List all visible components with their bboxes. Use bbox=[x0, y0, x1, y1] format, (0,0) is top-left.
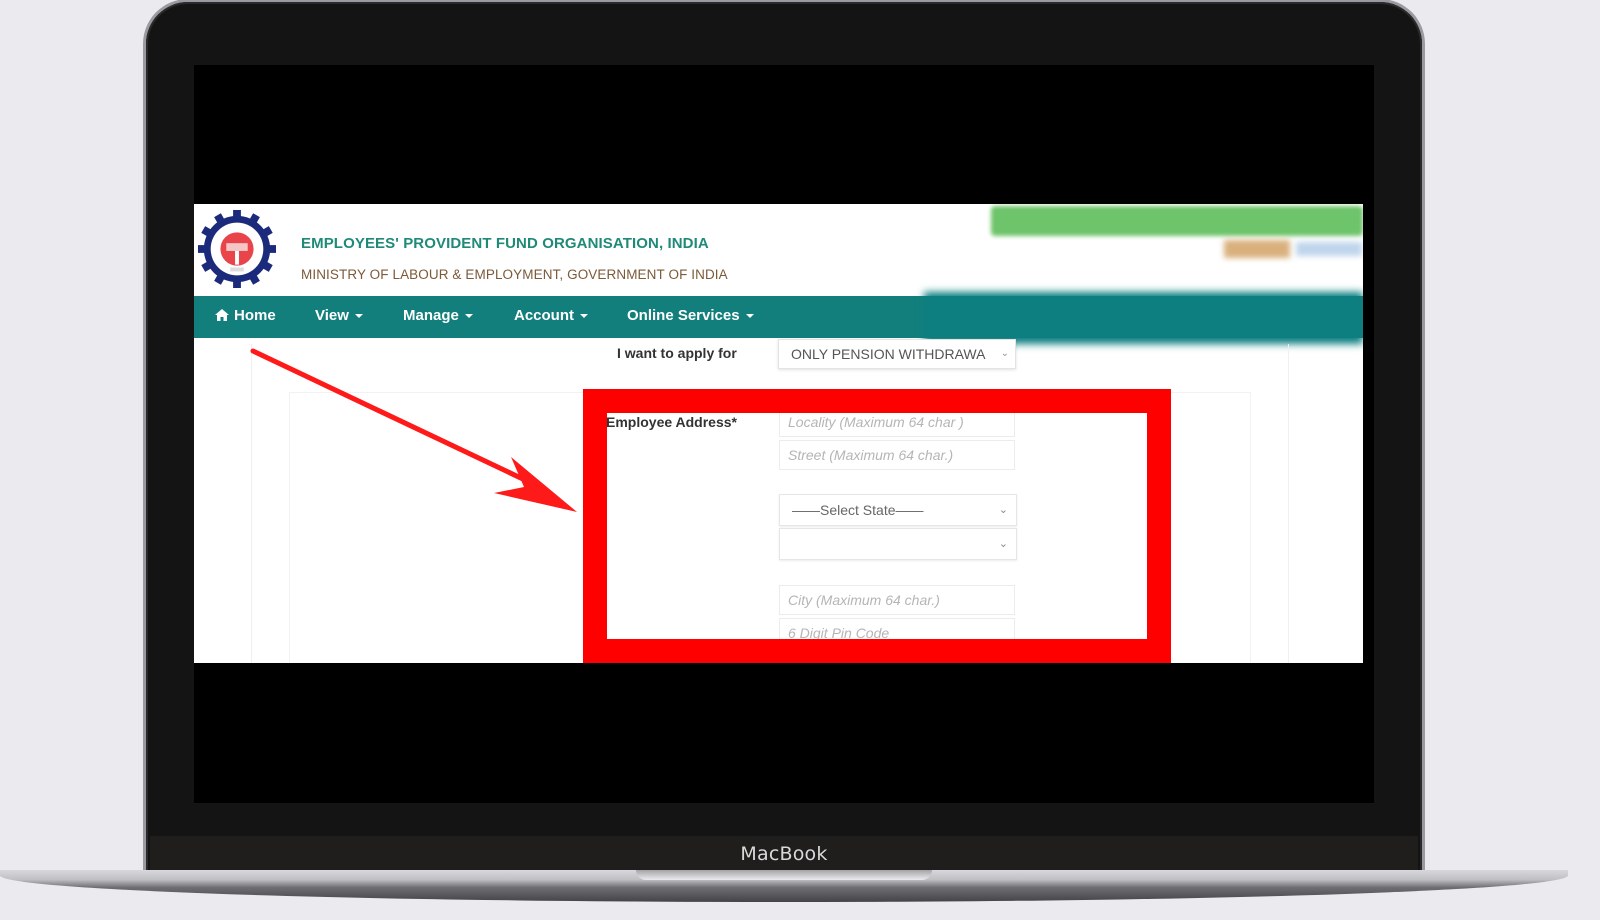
blurred-link bbox=[1296, 242, 1362, 256]
blurred-banner bbox=[991, 206, 1363, 236]
blurred-badge bbox=[1224, 240, 1290, 258]
nav-home-label: Home bbox=[234, 307, 276, 324]
caret-down-icon bbox=[354, 314, 363, 319]
caret-down-icon bbox=[464, 314, 473, 319]
ministry-subtitle: MINISTRY OF LABOUR & EMPLOYMENT, GOVERNM… bbox=[301, 267, 728, 282]
home-icon bbox=[215, 309, 229, 321]
device-label: MacBook bbox=[740, 843, 828, 865]
epfo-logo-icon bbox=[198, 210, 276, 288]
highlight-box bbox=[583, 389, 1171, 663]
apply-for-value: ONLY PENSION WITHDRAWA bbox=[791, 346, 986, 362]
chevron-down-icon: ⌄ bbox=[1000, 348, 1009, 359]
blurred-nav-region bbox=[924, 292, 1363, 344]
highlight-box-bottom bbox=[583, 639, 1171, 663]
nav-manage[interactable]: Manage bbox=[403, 296, 473, 338]
site-header: EMPLOYEES' PROVIDENT FUND ORGANISATION, … bbox=[194, 204, 1363, 296]
laptop-hinge-notch bbox=[636, 870, 932, 880]
nav-account[interactable]: Account bbox=[514, 296, 588, 338]
nav-online-services-label: Online Services bbox=[627, 307, 740, 324]
apply-for-select[interactable]: ONLY PENSION WITHDRAWA ⌄ bbox=[778, 339, 1016, 369]
nav-view[interactable]: View bbox=[315, 296, 363, 338]
nav-online-services[interactable]: Online Services bbox=[627, 296, 754, 338]
caret-down-icon bbox=[580, 314, 588, 319]
nav-account-label: Account bbox=[514, 307, 574, 324]
apply-for-label: I want to apply for bbox=[617, 345, 737, 361]
nav-manage-label: Manage bbox=[403, 307, 459, 324]
nav-view-label: View bbox=[315, 307, 349, 324]
nav-home[interactable]: Home bbox=[215, 296, 276, 338]
caret-down-icon bbox=[745, 314, 754, 319]
org-title: EMPLOYEES' PROVIDENT FUND ORGANISATION, … bbox=[301, 235, 709, 252]
webpage: EMPLOYEES' PROVIDENT FUND ORGANISATION, … bbox=[194, 204, 1363, 663]
